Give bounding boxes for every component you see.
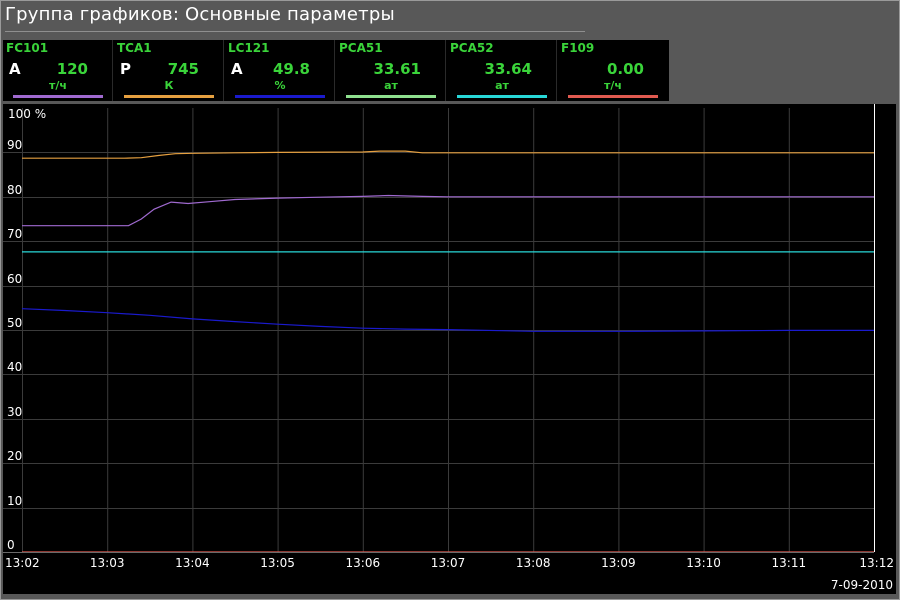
tag-panel-f109[interactable]: F109 0.00 т/ч xyxy=(558,40,668,101)
tag-mode: A xyxy=(231,60,243,78)
y-tick-label-50: 50 xyxy=(7,316,22,330)
tag-panel-tca1[interactable]: TCA1 P 745 К xyxy=(114,40,224,101)
tag-unit: т/ч xyxy=(49,79,67,92)
tag-unit: К xyxy=(164,79,174,92)
y-tick-label-0: 0 xyxy=(7,538,15,552)
tag-name: PCA52 xyxy=(450,41,494,55)
tag-unit: ат xyxy=(495,79,509,92)
x-tick-label: 13:10 xyxy=(686,556,721,570)
tag-value: 0.00 xyxy=(606,60,644,78)
y-tick-label-70: 70 xyxy=(7,227,22,241)
x-tick-label: 13:11 xyxy=(772,556,807,570)
x-tick-label: 13:02 xyxy=(5,556,40,570)
tags-bar: FC101 A 120 т/ч TCA1 P 745 К LC121 A 49.… xyxy=(3,40,669,101)
y-tick-label-100: 100 % xyxy=(8,107,46,121)
tag-color-swatch xyxy=(346,95,436,98)
tag-mode: A xyxy=(9,60,21,78)
tag-name: F109 xyxy=(561,41,595,55)
trend-chart[interactable]: 100 % 10 20 30 40 50 60 70 80 90 0 13:02 13:03 13:04 1… xyxy=(3,104,896,594)
tag-value: 33.64 xyxy=(484,60,532,78)
y-tick-label-60: 60 xyxy=(7,272,22,286)
x-tick-label: 13:09 xyxy=(601,556,636,570)
tag-unit: % xyxy=(274,79,286,92)
y-tick-label-10: 10 xyxy=(7,494,22,508)
tag-color-swatch xyxy=(457,95,547,98)
tag-value: 33.61 xyxy=(373,60,421,78)
tag-color-swatch xyxy=(235,95,325,98)
x-tick-label: 13:12 xyxy=(859,556,894,570)
title-divider xyxy=(5,31,585,32)
y-tick-label-80: 80 xyxy=(7,183,22,197)
tag-name: FC101 xyxy=(6,41,49,55)
y-tick-label-90: 90 xyxy=(7,138,22,152)
x-tick-label: 13:07 xyxy=(431,556,466,570)
tag-value: 49.8 xyxy=(272,60,310,78)
x-tick-label: 13:08 xyxy=(516,556,551,570)
x-tick-label: 13:04 xyxy=(175,556,210,570)
x-tick-label: 13:06 xyxy=(346,556,381,570)
tag-name: PCA51 xyxy=(339,41,383,55)
tag-value: 120 xyxy=(56,60,88,78)
tag-color-swatch xyxy=(568,95,658,98)
x-tick-label: 13:05 xyxy=(260,556,295,570)
tag-value: 745 xyxy=(167,60,199,78)
tag-name: TCA1 xyxy=(117,41,152,55)
chart-date: 7-09-2010 xyxy=(830,578,893,592)
tag-panel-pca52[interactable]: PCA52 33.64 ат xyxy=(447,40,557,101)
window-title: Группа графиков: Основные параметры xyxy=(5,4,395,25)
tag-panel-lc121[interactable]: LC121 A 49.8 % xyxy=(225,40,335,101)
y-tick-label-20: 20 xyxy=(7,449,22,463)
chart-labels: 100 % 10 20 30 40 50 60 70 80 90 0 13:02 13:03 13:04 1… xyxy=(5,107,894,570)
tag-unit: т/ч xyxy=(604,79,622,92)
tag-mode: P xyxy=(120,60,131,78)
tag-color-swatch xyxy=(13,95,103,98)
y-tick-label-30: 30 xyxy=(7,405,22,419)
tag-name: LC121 xyxy=(228,41,270,55)
y-tick-label-40: 40 xyxy=(7,360,22,374)
tag-panel-pca51[interactable]: PCA51 33.61 ат xyxy=(336,40,446,101)
tag-color-swatch xyxy=(124,95,214,98)
tag-unit: ат xyxy=(384,79,398,92)
x-tick-label: 13:03 xyxy=(90,556,125,570)
tag-panel-fc101[interactable]: FC101 A 120 т/ч xyxy=(3,40,113,101)
trend-chart-svg: 100 % 10 20 30 40 50 60 70 80 90 0 13:02 13:03 13:04 1… xyxy=(3,104,894,570)
